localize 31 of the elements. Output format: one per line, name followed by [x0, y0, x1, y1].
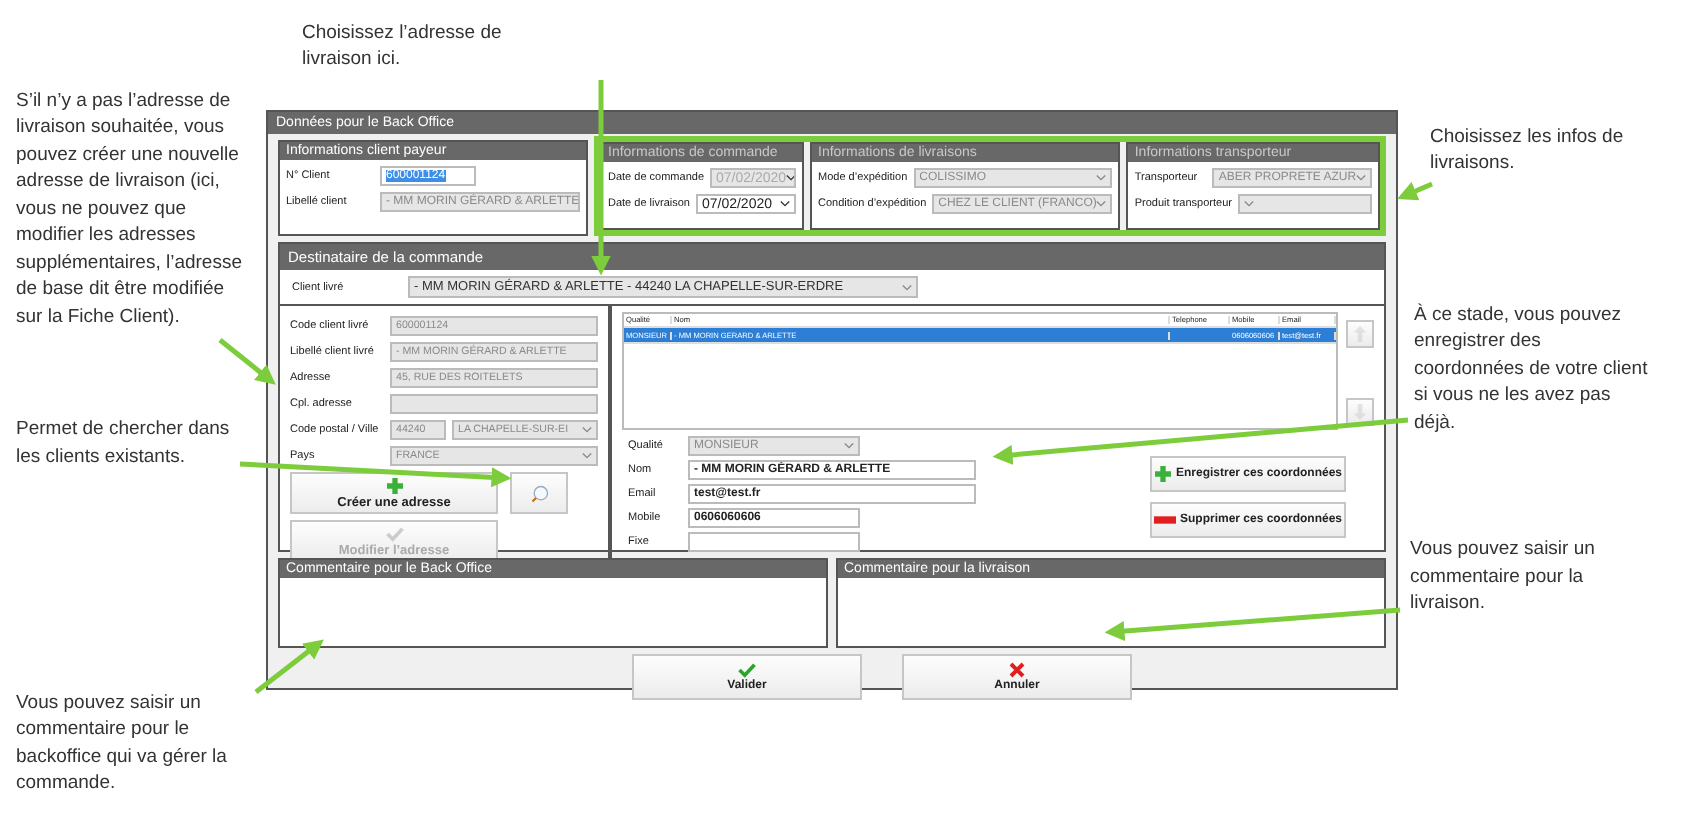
close-icon	[1008, 662, 1026, 678]
leader-arrow	[218, 338, 276, 385]
arrow-down-icon	[1352, 402, 1368, 422]
leader-arrow	[1397, 181, 1433, 201]
minus-icon	[1153, 516, 1176, 524]
annotation-text: Vous pouvez saisir un commentaire pour la livraison.	[1410, 536, 1597, 618]
caret-icon	[1356, 174, 1367, 182]
input-field[interactable]	[688, 532, 860, 552]
annotation-text: Choisissez l’adresse de livraison ici.	[302, 20, 504, 74]
check-icon	[385, 525, 403, 541]
caret-icon	[1096, 200, 1107, 208]
plus-icon	[1153, 466, 1172, 482]
caret-icon	[1243, 200, 1254, 208]
caret-icon	[780, 200, 790, 208]
caret-icon	[582, 425, 592, 433]
caret-icon	[844, 442, 854, 450]
plus-icon	[385, 477, 403, 493]
leader-arrow	[254, 639, 324, 694]
search-icon	[529, 483, 549, 503]
caret-icon	[786, 174, 794, 182]
annotation-text: À ce stade, vous pouvez enregistrer des coordonnées de votre client si vous ne les avez pas déjà.	[1414, 301, 1650, 437]
arrow-up-icon	[1352, 324, 1368, 344]
caret-icon	[1096, 174, 1107, 182]
caret-icon	[902, 283, 912, 291]
check-icon	[738, 662, 756, 678]
annotation-text: Permet de chercher dans les clients existants.	[16, 416, 232, 471]
annotation-text: Choisissez les infos de livraisons.	[1430, 124, 1626, 178]
annotation-text: Vous pouvez saisir un commentaire pour le backoffice qui va gérer la commande.	[16, 690, 229, 798]
search-button[interactable]	[510, 472, 568, 514]
caret-icon	[582, 451, 592, 459]
annotation-text: S’il n’y a pas l’adresse de livraison souhaitée, vous pouvez créer une nouvelle adresse de livraison (ici, vous ne pouvez que modifier les adresses supplémentaires, l’adresse de base dit être modifiée sur la Fiche Client).	[16, 88, 245, 331]
